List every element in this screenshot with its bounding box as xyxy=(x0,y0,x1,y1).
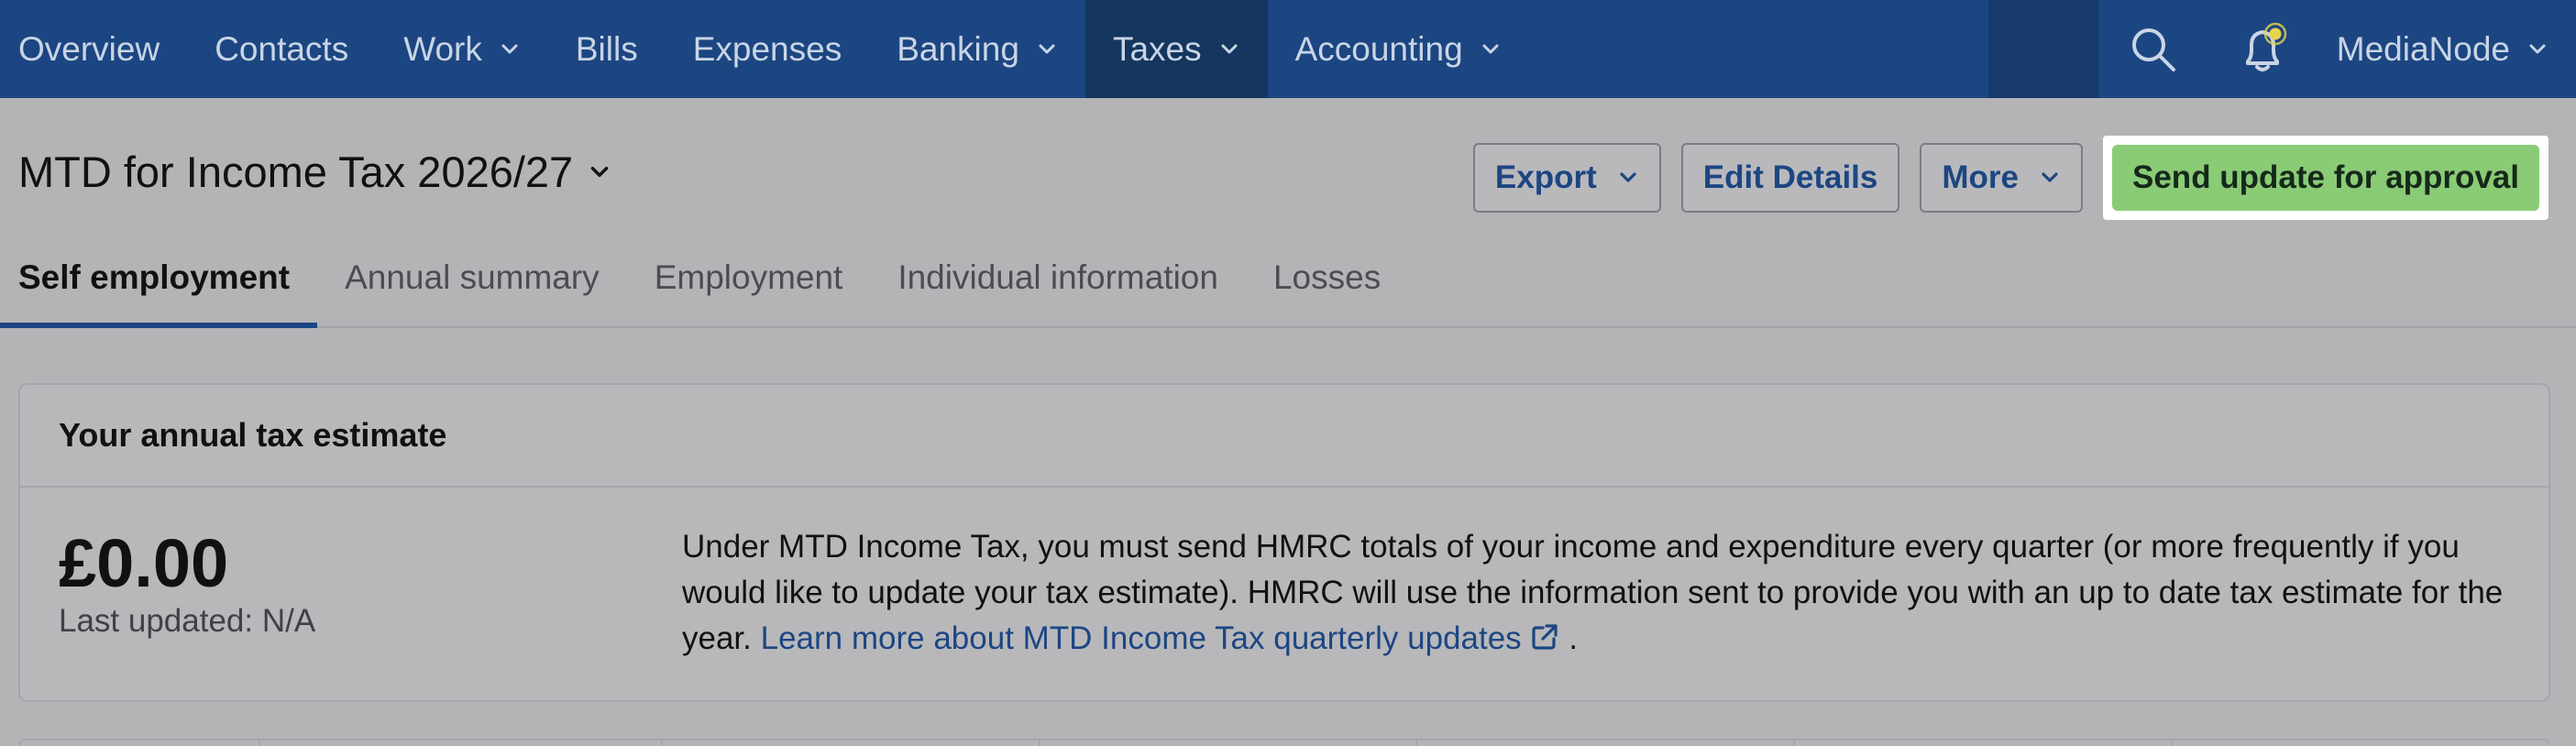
nav-bills-label: Bills xyxy=(575,29,638,68)
nav-banking-label: Banking xyxy=(897,29,1019,68)
learn-more-link[interactable]: Learn more about MTD Income Tax quarterl… xyxy=(761,620,1560,656)
nav-expenses[interactable]: Expenses xyxy=(666,0,870,98)
tab-losses[interactable]: Losses xyxy=(1246,242,1408,326)
tab-annual-summary[interactable]: Annual summary xyxy=(317,242,627,326)
strip-segment xyxy=(1795,741,2174,746)
card-heading: Your annual tax estimate xyxy=(20,385,2548,488)
tab-label: Self employment xyxy=(18,258,291,296)
search-button[interactable] xyxy=(2098,0,2208,98)
nav-overview-label: Overview xyxy=(18,29,160,68)
send-update-highlight: Send update for approval xyxy=(2103,136,2548,220)
org-switcher[interactable]: MediaNode xyxy=(2318,30,2576,69)
tab-self-employment[interactable]: Self employment xyxy=(0,242,318,328)
description-trailing: . xyxy=(1569,620,1579,656)
tab-label: Individual information xyxy=(897,258,1218,296)
chevron-down-icon xyxy=(2526,38,2548,60)
nav-work[interactable]: Work xyxy=(376,0,548,98)
chevron-down-icon xyxy=(588,160,611,184)
page-title-text: MTD for Income Tax 2026/27 xyxy=(18,148,574,196)
edit-details-label: Edit Details xyxy=(1702,159,1878,195)
more-label: More xyxy=(1942,159,2019,195)
strip-segment xyxy=(1040,741,1418,746)
send-update-label: Send update for approval xyxy=(2132,159,2519,195)
nav-taxes[interactable]: Taxes xyxy=(1084,0,1268,98)
nav-accounting[interactable]: Accounting xyxy=(1268,0,1529,98)
nav-work-label: Work xyxy=(403,29,482,68)
tab-bar: Self employment Annual summary Employmen… xyxy=(0,242,2576,328)
nav-contacts[interactable]: Contacts xyxy=(187,0,376,98)
export-button[interactable]: Export xyxy=(1472,143,1661,213)
estimate-description: Under MTD Income Tax, you must send HMRC… xyxy=(682,524,2515,662)
tab-individual-information[interactable]: Individual information xyxy=(870,242,1246,326)
edit-details-button[interactable]: Edit Details xyxy=(1680,143,1900,213)
send-update-button[interactable]: Send update for approval xyxy=(2112,145,2539,211)
tax-estimate-card: Your annual tax estimate £0.00 Last upda… xyxy=(18,383,2550,702)
estimate-amount: £0.00 xyxy=(59,525,229,601)
chevron-down-icon xyxy=(1218,38,1240,60)
search-icon xyxy=(2131,27,2175,71)
nav-banking[interactable]: Banking xyxy=(869,0,1085,98)
chevron-down-icon xyxy=(1480,38,1502,60)
chevron-down-icon xyxy=(1617,167,1639,189)
nav-right: MediaNode xyxy=(1987,0,2576,98)
org-name: MediaNode xyxy=(2336,29,2510,68)
external-link-icon xyxy=(1529,620,1560,651)
learn-more-label: Learn more about MTD Income Tax quarterl… xyxy=(760,620,1522,656)
card-body: £0.00 Last updated: N/A Under MTD Income… xyxy=(20,488,2548,702)
export-label: Export xyxy=(1494,159,1597,195)
strip-segment xyxy=(260,741,663,746)
last-updated: Last updated: N/A xyxy=(59,603,316,639)
nav-expenses-label: Expenses xyxy=(692,29,842,68)
chevron-down-icon xyxy=(2039,167,2061,189)
tab-employment[interactable]: Employment xyxy=(627,242,871,326)
bell-icon xyxy=(2245,22,2287,71)
nav-bills[interactable]: Bills xyxy=(548,0,666,98)
tab-label: Employment xyxy=(654,258,843,296)
chevron-down-icon xyxy=(499,38,521,60)
notifications-button[interactable] xyxy=(2208,0,2318,98)
more-button[interactable]: More xyxy=(1920,143,2083,213)
strip-segment xyxy=(20,741,260,746)
strip-segment xyxy=(2173,741,2548,746)
strip-segment xyxy=(663,741,1040,746)
top-nav: Overview Contacts Work Bills Expenses Ba… xyxy=(0,0,2576,98)
chevron-down-icon xyxy=(1036,38,1058,60)
nav-overview[interactable]: Overview xyxy=(0,0,187,98)
tab-label: Annual summary xyxy=(345,258,600,296)
tab-label: Losses xyxy=(1272,258,1382,296)
header-actions: Export Edit Details More Send update for… xyxy=(1472,136,2548,220)
nav-blank-slot xyxy=(1987,0,2098,98)
strip-segment xyxy=(1417,741,1796,746)
nav-taxes-label: Taxes xyxy=(1112,29,1202,68)
nav-accounting-label: Accounting xyxy=(1294,29,1463,68)
page-title[interactable]: MTD for Income Tax 2026/27 xyxy=(18,147,611,197)
next-section-strip xyxy=(18,739,2550,746)
nav-contacts-label: Contacts xyxy=(215,29,349,68)
